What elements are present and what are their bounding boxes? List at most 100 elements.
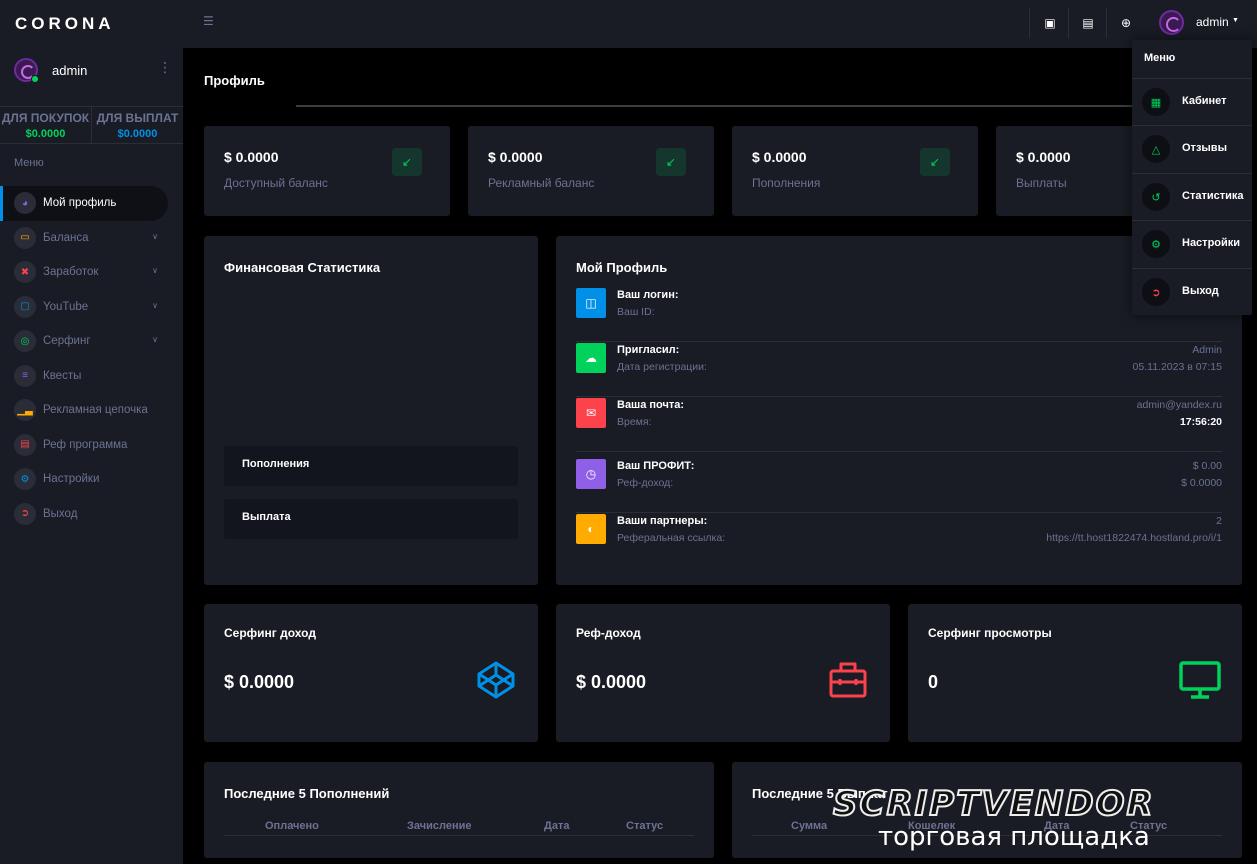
page-title: Профиль [204, 73, 265, 88]
topbar-username[interactable]: admin [1196, 15, 1229, 29]
card-title: Финансовая Статистика [224, 260, 381, 275]
dropdown-item-logout[interactable]: ➲ Выход [1132, 268, 1252, 315]
finance-item-payouts[interactable]: Выплата [224, 499, 518, 539]
profile-sub: Ваш ID: [617, 306, 655, 318]
card-title: Реф-доход [576, 626, 641, 640]
card-account-icon: ▦ [1142, 88, 1170, 116]
column-header: Статус [626, 820, 664, 832]
brand-logo[interactable]: CORONA [15, 14, 115, 34]
sidebar-item-label: Рекламная цепочка [43, 404, 148, 417]
arrow-bottom-left-icon: ↙ [920, 148, 950, 176]
fingerprint-icon: ◎ [14, 330, 36, 353]
ref-income-card: Реф-доход $ 0.0000 [556, 604, 890, 742]
sidebar: CORONA admin ⋮ ДЛЯ ПОКУПОК $0.0000 ДЛЯ В… [0, 0, 183, 864]
logout-icon: ➲ [14, 502, 36, 525]
balance-payouts: ДЛЯ ВЫПЛАТ $0.0000 [91, 107, 183, 143]
monitor-icon: ▢ [14, 295, 36, 318]
profile-value-2: 05.11.2023 в 07:15 [1132, 361, 1222, 373]
column-header: Зачисление [407, 820, 472, 832]
profile-value: admin@yandex.ru [1136, 399, 1222, 411]
balance-summary: ДЛЯ ПОКУПОК $0.0000 ДЛЯ ВЫПЛАТ $0.0000 [0, 106, 183, 144]
stat-value: $ 0.0000 [224, 149, 279, 165]
menu-toggle-icon[interactable]: ☰ [203, 14, 214, 28]
profile-label: Ваш ПРОФИТ: [617, 460, 695, 472]
topbar-divider [1106, 8, 1107, 38]
dropdown-item-settings[interactable]: ⚙ Настройки [1132, 220, 1252, 267]
sidebar-item-balances[interactable]: ▭ Баланса ∨ [0, 221, 183, 256]
plus-circle-icon[interactable]: ⊕ [1113, 11, 1139, 35]
sidebar-item-referral[interactable]: ▤ Реф программа [0, 428, 183, 463]
dropdown-item-cabinet[interactable]: ▦ Кабинет [1132, 78, 1252, 125]
cloud-download-icon: ☁ [576, 343, 606, 373]
sidebar-item-label: Серфинг [43, 335, 91, 348]
profile-row-inviter: ☁ Пригласил: Дата регистрации: Admin 05.… [576, 343, 1222, 397]
finance-stats-card: Финансовая Статистика Пополнения Выплата [204, 236, 538, 585]
sidebar-item-quests[interactable]: ≡ Квесты [0, 359, 183, 394]
logout-icon: ➲ [1142, 278, 1170, 306]
balance-purchases-value: $0.0000 [25, 128, 66, 140]
fullscreen-icon[interactable]: ▣ [1037, 11, 1063, 35]
dropdown-header: Меню [1144, 52, 1176, 64]
stat-label: Рекламный баланс [488, 176, 595, 190]
watermark-subtitle: торговая площадка [878, 822, 1150, 852]
topbar: ☰ ▣ ▤ ⊕ admin ▼ [183, 0, 1257, 48]
balance-purchases: ДЛЯ ПОКУПОК $0.0000 [0, 107, 91, 143]
topbar-divider [1068, 8, 1069, 38]
dropdown-item-statistics[interactable]: ↺ Статистика [1132, 173, 1252, 220]
stat-value: $ 0.0000 [1016, 149, 1071, 165]
sidebar-username: admin [52, 63, 88, 78]
card-value: $ 0.0000 [224, 672, 295, 692]
sidebar-item-earnings[interactable]: ✖ Заработок ∨ [0, 255, 183, 290]
sidebar-item-my-profile[interactable]: ◕ Мой профиль [0, 186, 168, 221]
surfing-views-card: Серфинг просмотры 0 [908, 604, 1242, 742]
finance-item-deposits[interactable]: Пополнения [224, 446, 518, 486]
settings-icon: ⚙ [14, 468, 36, 491]
dropdown-item-label: Статистика [1182, 190, 1244, 202]
sidebar-item-settings[interactable]: ⚙ Настройки [0, 462, 183, 497]
email-open-icon: ✉ [576, 398, 606, 428]
sidebar-item-ad-chain[interactable]: ▁▃ Рекламная цепочка [0, 393, 183, 428]
column-header: Оплачено [265, 820, 319, 832]
dropdown-item-reviews[interactable]: △ Отзывы [1132, 125, 1252, 172]
topbar-divider [1029, 8, 1030, 38]
profile-value-2: 17:56:20 [1179, 416, 1222, 428]
card-value: $ 0.0000 [576, 672, 647, 692]
caret-down-icon[interactable]: ▼ [1232, 17, 1239, 24]
profile-row-partners: ◐ Ваши партнеры: Реферальная ссылка: 2 h… [576, 514, 1222, 548]
sidebar-item-surfing[interactable]: ◎ Серфинг ∨ [0, 324, 183, 359]
profile-row-email: ✉ Ваша почта: Время: admin@yandex.ru 17:… [576, 398, 1222, 452]
sidebar-item-logout[interactable]: ➲ Выход [0, 497, 183, 532]
topbar-avatar[interactable] [1159, 10, 1184, 35]
briefcase-icon [829, 662, 867, 698]
sidebar-item-label: Реф программа [43, 438, 128, 451]
referral-link[interactable]: https://tt.host1822474.hostland.pro/i/1 [1046, 532, 1222, 544]
card-title: Серфинг доход [224, 626, 316, 640]
sidebar-item-label: Квесты [43, 369, 82, 382]
title-divider [296, 105, 1146, 107]
close-circle-icon: ✖ [14, 261, 36, 284]
stat-card-ad-balance: $ 0.0000 Рекламный баланс ↙ [468, 126, 714, 216]
more-vertical-icon[interactable]: ⋮ [158, 59, 172, 76]
laptop-icon: ▭ [14, 226, 36, 249]
file-icon: ◫ [576, 288, 606, 318]
layout-icon[interactable]: ▤ [1075, 11, 1101, 35]
sidebar-item-label: YouTube [43, 300, 89, 313]
stat-label: Пополнения [752, 176, 821, 190]
watermark-title: SCRIPTVENDOR [832, 783, 1155, 825]
profile-row-profit: ◷ Ваш ПРОФИТ: Реф-доход: $ 0.00 $ 0.0000 [576, 459, 1222, 513]
row-divider [576, 512, 1222, 513]
settings-icon: ⚙ [1142, 230, 1170, 258]
codepen-icon [477, 661, 515, 699]
online-status-icon [31, 75, 39, 83]
sidebar-profile[interactable]: admin ⋮ [14, 58, 174, 84]
sidebar-item-label: Настройки [43, 473, 100, 486]
sidebar-nav: ◕ Мой профиль ▭ Баланса ∨ ✖ Заработок ∨ … [0, 186, 183, 531]
profile-value-2: $ 0.0000 [1181, 477, 1222, 489]
card-value: 0 [928, 672, 939, 692]
sidebar-item-label: Мой профиль [43, 197, 117, 210]
stat-card-available: $ 0.0000 Доступный баланс ↙ [204, 126, 450, 216]
card-title: Последние 5 Пополнений [224, 786, 390, 801]
profile-value: 2 [1216, 515, 1222, 527]
profile-row-login: ◫ Ваш логин: Ваш ID: [576, 288, 1222, 342]
sidebar-item-youtube[interactable]: ▢ YouTube ∨ [0, 290, 183, 325]
